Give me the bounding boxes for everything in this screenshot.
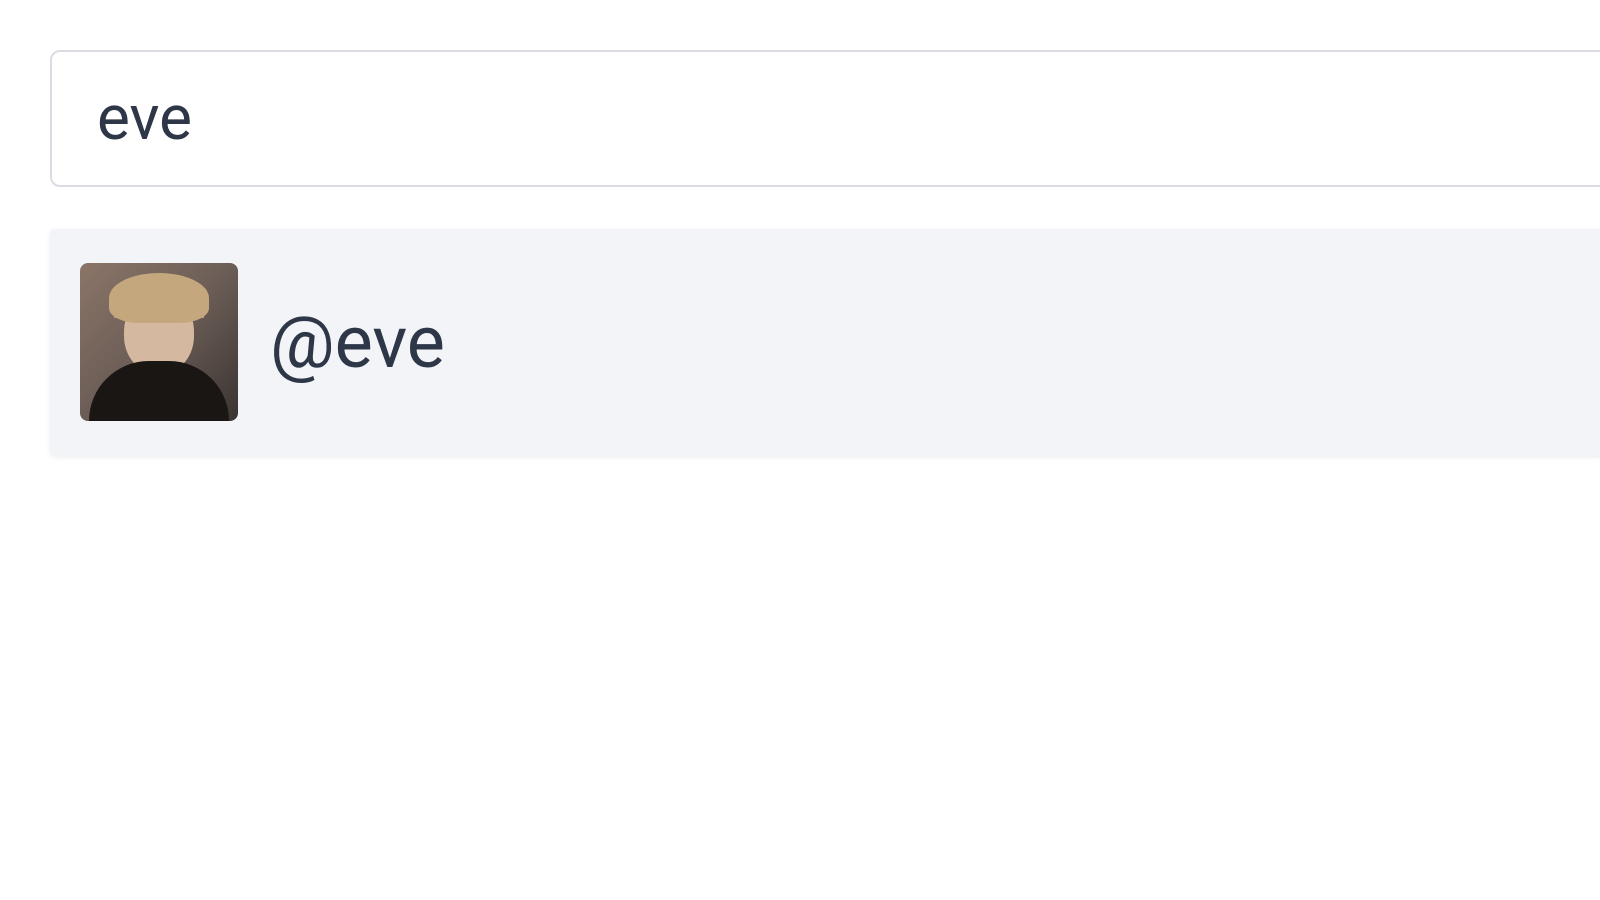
user-handle: @eve: [270, 300, 445, 385]
search-result-item[interactable]: @eve: [50, 229, 1600, 455]
search-box: [50, 50, 1600, 187]
search-results-dropdown: @eve: [50, 229, 1600, 455]
search-container: @eve: [0, 0, 1600, 455]
search-input[interactable]: [97, 82, 1563, 155]
avatar: [80, 263, 238, 421]
